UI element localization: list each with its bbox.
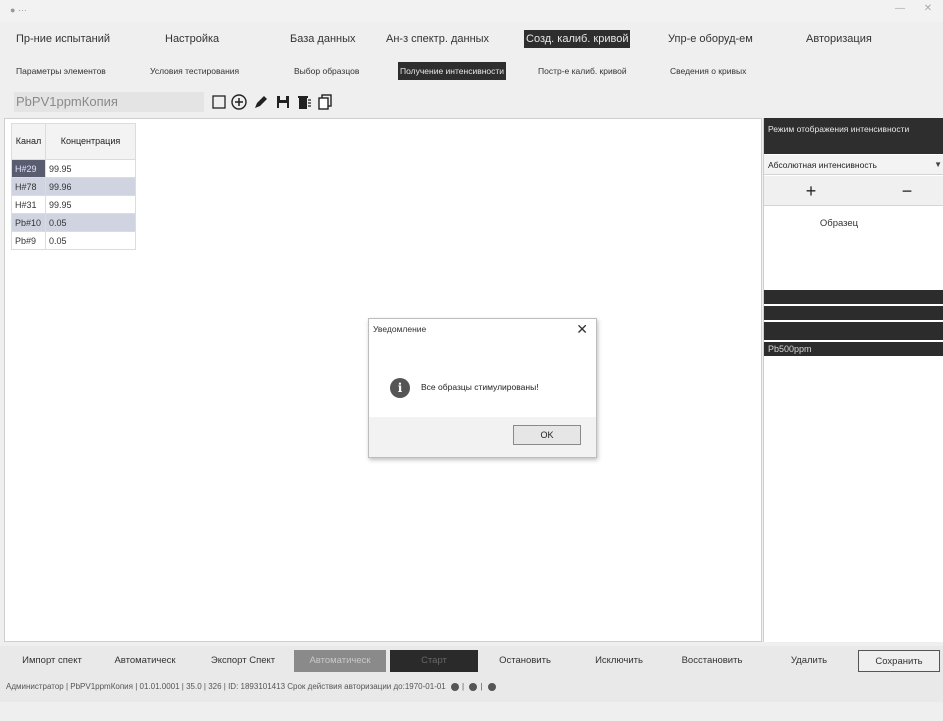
info-icon: i [390, 378, 410, 398]
table-row[interactable]: H#29 99.95 [11, 159, 136, 178]
list-item[interactable] [764, 306, 943, 320]
list-item[interactable] [764, 290, 943, 304]
menu-spectral-analysis[interactable]: Ан-з спектр. данных [384, 30, 491, 48]
copy-icon[interactable] [316, 93, 334, 111]
channel-cell: Pb#9 [11, 231, 46, 250]
list-item[interactable] [764, 322, 943, 340]
menu-authorization[interactable]: Авторизация [804, 30, 874, 48]
profile-name: PbPV1ppmКопия [14, 92, 204, 112]
edit-icon[interactable] [252, 93, 270, 111]
auto-export-button[interactable]: Автоматическ [294, 650, 386, 672]
exclude-button[interactable]: Исключить [578, 650, 660, 672]
notification-dialog: Уведомление ✕ i Все образцы стимулирован… [368, 318, 597, 458]
ok-button[interactable]: OK [513, 425, 581, 445]
new-icon[interactable] [210, 93, 228, 111]
import-spectrum-button[interactable]: Импорт спект [12, 650, 92, 672]
title-bar: ● ··· — ✕ [0, 0, 943, 22]
dialog-title: Уведомление [373, 324, 427, 334]
sample-row[interactable]: Pb500ppm [764, 342, 943, 356]
value-cell[interactable]: 99.96 [45, 177, 136, 196]
status-indicator-icon [451, 682, 459, 691]
menu-calibration-curve[interactable]: Созд. калиб. кривой [524, 30, 631, 48]
minimize-icon[interactable]: — [892, 3, 908, 17]
start-button[interactable]: Старт [390, 650, 478, 672]
menu-equipment[interactable]: Упр-е оборуд-ем [666, 30, 755, 48]
channel-cell: H#29 [11, 159, 46, 178]
toolbar: PbPV1ppmКопия [0, 90, 943, 114]
tab-test-conditions[interactable]: Условия тестирования [148, 62, 241, 80]
value-cell[interactable]: 99.95 [45, 159, 136, 178]
delete-icon[interactable] [295, 93, 313, 111]
app-icon: ● ··· [10, 5, 27, 15]
channel-cell: H#31 [11, 195, 46, 214]
add-sample-button[interactable]: + [796, 180, 826, 202]
status-user: Администратор [6, 682, 64, 691]
concentration-table: Канал Концентрация H#29 99.95 H#78 99.96… [11, 123, 136, 250]
display-mode-header: Режим отображения интенсивности [764, 118, 943, 154]
add-circle-icon[interactable] [230, 93, 248, 111]
dialog-footer: OK [369, 417, 596, 457]
delete-button[interactable]: Удалить [766, 650, 852, 672]
main-menu: Пр-ние испытаний Настройка База данных А… [0, 28, 943, 50]
table-row[interactable]: H#31 99.95 [11, 195, 136, 214]
save-button[interactable]: Сохранить [858, 650, 940, 672]
display-mode-value: Абсолютная интенсивность [768, 160, 877, 170]
tab-curve-info[interactable]: Сведения о кривых [668, 62, 748, 80]
status-expiry: Срок действия авторизации до:1970-01-01 [287, 682, 446, 691]
channel-cell: Pb#10 [11, 213, 46, 232]
column-header-channel[interactable]: Канал [11, 123, 46, 160]
status-value-1: 35.0 [186, 682, 202, 691]
status-indicator-icon [487, 682, 496, 691]
status-indicator-icon [469, 682, 478, 691]
stop-button[interactable]: Остановить [482, 650, 568, 672]
status-id: ID: 1893101413 [228, 682, 286, 691]
export-spectrum-button[interactable]: Экспорт Спект [198, 650, 288, 672]
save-icon[interactable] [274, 93, 292, 111]
table-row[interactable]: H#78 99.96 [11, 177, 136, 196]
channel-cell: H#78 [11, 177, 46, 196]
menu-tests[interactable]: Пр-ние испытаний [14, 30, 112, 48]
table-row[interactable]: Pb#10 0.05 [11, 213, 136, 232]
status-profile: PbPV1ppmКопия [70, 682, 133, 691]
menu-settings[interactable]: Настройка [163, 30, 221, 48]
sub-menu: Параметры элементов Условия тестирования… [0, 62, 943, 82]
status-bar: Администратор | PbPV1ppmКопия | 01.01.00… [6, 682, 943, 696]
value-cell[interactable]: 0.05 [45, 213, 136, 232]
status-value-2: 326 [208, 682, 222, 691]
restore-button[interactable]: Восстановить [666, 650, 758, 672]
close-window-icon[interactable]: ✕ [920, 3, 936, 17]
sample-controls: + − [764, 176, 943, 206]
value-cell[interactable]: 99.95 [45, 195, 136, 214]
menu-database[interactable]: База данных [288, 30, 358, 48]
tab-build-curve[interactable]: Постр-е калиб. кривой [536, 62, 629, 80]
samples-panel: Режим отображения интенсивности Абсолютн… [763, 118, 943, 642]
dialog-message: Все образцы стимулированы! [421, 382, 539, 392]
tab-element-params[interactable]: Параметры элементов [14, 62, 108, 80]
auto-import-button[interactable]: Автоматическ [104, 650, 186, 672]
status-date: 01.01.0001 [139, 682, 180, 691]
table-row[interactable]: Pb#9 0.05 [11, 231, 136, 250]
value-cell[interactable]: 0.05 [45, 231, 136, 250]
tab-intensity[interactable]: Получение интенсивности [398, 62, 507, 80]
display-mode-select[interactable]: Абсолютная интенсивность ▼ [764, 155, 943, 175]
tab-sample-selection[interactable]: Выбор образцов [292, 62, 361, 80]
remove-sample-button[interactable]: − [892, 180, 922, 202]
sample-column-header: Образец [819, 218, 859, 229]
column-header-concentration[interactable]: Концентрация [45, 123, 136, 160]
chevron-down-icon: ▼ [934, 160, 942, 169]
close-icon[interactable]: ✕ [576, 321, 588, 338]
